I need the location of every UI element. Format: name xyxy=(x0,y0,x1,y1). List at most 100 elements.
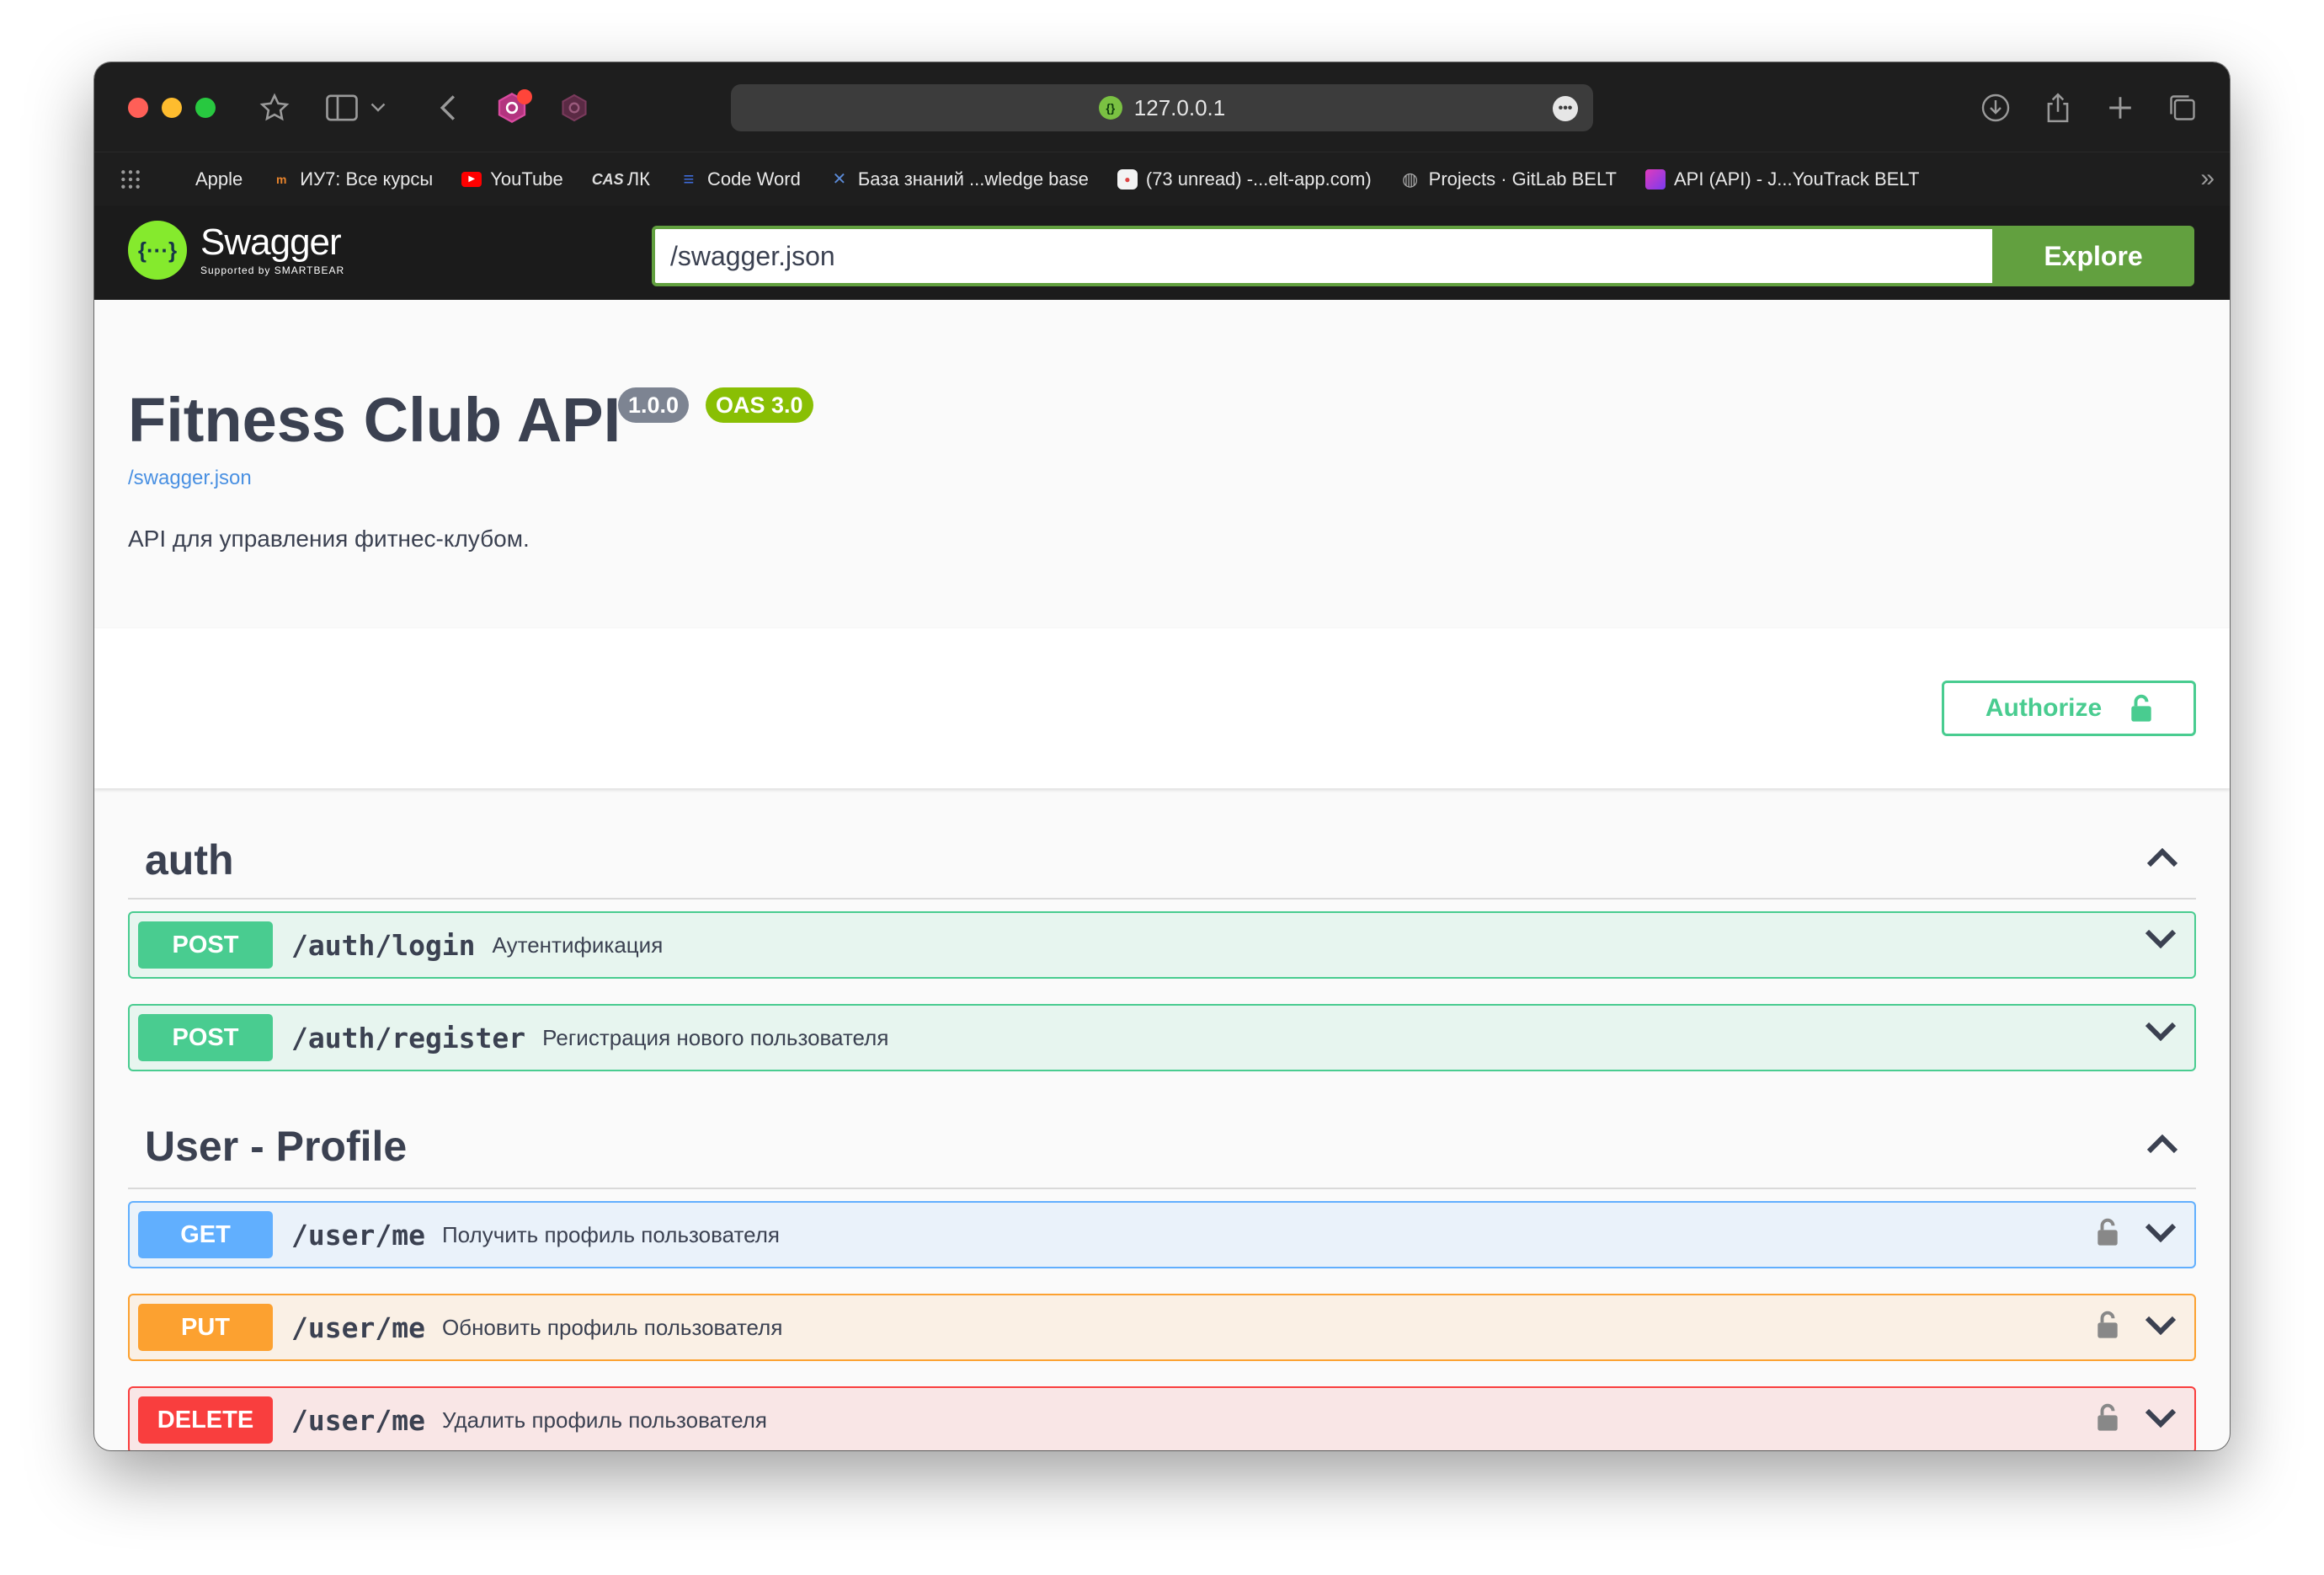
method-badge: GET xyxy=(138,1211,273,1258)
method-badge: PUT xyxy=(138,1304,273,1351)
code-word-icon: ≡ xyxy=(683,168,695,190)
api-description: API для управления фитнес-клубом. xyxy=(128,526,530,552)
chevron-down-icon[interactable] xyxy=(2144,928,2177,948)
spec-url-value: /swagger.json xyxy=(670,240,835,271)
sidebar-icon[interactable] xyxy=(322,88,362,128)
extension-shield-icon[interactable] xyxy=(492,88,532,128)
lock-icon[interactable] xyxy=(2097,1403,2119,1432)
apple-icon xyxy=(167,169,187,190)
oas-badge: OAS 3.0 xyxy=(706,387,813,423)
operations-list: auth POST /auth/login Аутентификация POS… xyxy=(94,788,2230,1450)
authorize-button[interactable]: Authorize xyxy=(1942,681,2196,736)
tag-header-auth[interactable]: auth xyxy=(128,788,2196,900)
version-badge: 1.0.0 xyxy=(618,387,690,423)
chat-app-icon: ● xyxy=(1117,168,1138,190)
operation-summary: Аутентификация xyxy=(492,932,664,958)
youtrack-icon xyxy=(1645,168,1666,190)
bookmark-label: (73 unread) -...elt-app.com) xyxy=(1145,168,1372,190)
operation-path: /auth/register xyxy=(291,1021,526,1054)
close-window-button[interactable] xyxy=(128,98,148,118)
cas-icon: CAS xyxy=(591,170,624,188)
swagger-logo[interactable]: {···} Swagger Supported by SMARTBEAR xyxy=(128,221,344,280)
site-favicon-icon: {} xyxy=(1098,96,1122,120)
share-icon[interactable] xyxy=(2038,88,2078,128)
chevron-down-icon[interactable] xyxy=(2144,1021,2177,1041)
bookmark-knowledge-base[interactable]: ✕ База знаний ...wledge base xyxy=(829,168,1089,190)
bookmark-lk[interactable]: CAS ЛК xyxy=(592,168,650,190)
extension-secondary-icon[interactable] xyxy=(554,88,594,128)
operation-summary: Обновить профиль пользователя xyxy=(441,1314,783,1340)
iu7-icon: m xyxy=(276,172,287,186)
scheme-container: Authorize xyxy=(94,628,2230,788)
bookmark-gitlab[interactable]: ◍ Projects · GitLab BELT xyxy=(1400,168,1617,190)
bookmark-label: Code Word xyxy=(706,168,801,190)
new-tab-icon[interactable] xyxy=(2100,88,2140,128)
swagger-logo-icon: {···} xyxy=(128,221,187,280)
youtube-icon: ▶ xyxy=(461,171,482,187)
bookmark-label: Projects · GitLab BELT xyxy=(1428,168,1617,190)
chevron-down-icon[interactable] xyxy=(2144,1315,2177,1335)
operation-delete-user-me[interactable]: DELETE /user/me Удалить профиль пользова… xyxy=(128,1386,2196,1450)
zoom-window-button[interactable] xyxy=(195,98,216,118)
browser-window: {} 127.0.0.1 ••• Apple m ИУ7: Все курсы ▶… xyxy=(94,62,2230,1450)
bookmarks-overflow-icon[interactable]: » xyxy=(2200,164,2215,193)
window-controls xyxy=(128,98,216,118)
operation-path: /user/me xyxy=(291,1311,425,1344)
bookmark-label: База знаний ...wledge base xyxy=(857,168,1089,190)
method-badge: POST xyxy=(138,921,273,969)
bookmark-unread[interactable]: ● (73 unread) -...elt-app.com) xyxy=(1117,168,1372,190)
bookmark-apple[interactable]: Apple xyxy=(167,168,243,190)
star-icon[interactable] xyxy=(254,88,295,128)
operation-path: /user/me xyxy=(291,1218,425,1252)
operation-post-auth-register[interactable]: POST /auth/register Регистрация нового п… xyxy=(128,1004,2196,1071)
globe-icon: ◍ xyxy=(1402,168,1419,190)
bookmark-youtrack[interactable]: API (API) - J...YouTrack BELT xyxy=(1645,168,1919,190)
bookmarks-bar: Apple m ИУ7: Все курсы ▶ YouTube CAS ЛК ≡ Co… xyxy=(94,152,2230,206)
tag-title: User - Profile xyxy=(145,1123,408,1170)
chevron-down-icon[interactable] xyxy=(2144,1407,2177,1428)
bookmark-label: YouTube xyxy=(490,168,563,190)
download-icon[interactable] xyxy=(1975,88,2016,128)
bookmark-label: API (API) - J...YouTrack BELT xyxy=(1674,168,1920,190)
swagger-logo-subtitle: Supported by SMARTBEAR xyxy=(200,264,345,276)
spec-link[interactable]: /swagger.json xyxy=(128,467,252,490)
tag-title: auth xyxy=(145,836,234,884)
back-icon[interactable] xyxy=(428,88,468,128)
swagger-topbar: {···} Swagger Supported by SMARTBEAR /sw… xyxy=(94,206,2230,300)
operation-get-user-me[interactable]: GET /user/me Получить профиль пользовате… xyxy=(128,1201,2196,1268)
bookmark-code-word[interactable]: ≡ Code Word xyxy=(679,168,801,190)
operation-path: /user/me xyxy=(291,1403,425,1437)
chevron-up-icon[interactable] xyxy=(2145,847,2179,873)
operation-post-auth-login[interactable]: POST /auth/login Аутентификация xyxy=(128,911,2196,979)
bookmark-iu7[interactable]: m ИУ7: Все курсы xyxy=(271,168,433,190)
method-badge: POST xyxy=(138,1014,273,1061)
lock-icon[interactable] xyxy=(2097,1311,2119,1339)
apps-grid-icon[interactable] xyxy=(120,168,141,190)
confluence-icon: ✕ xyxy=(832,169,847,189)
tag-header-user-profile[interactable]: User - Profile xyxy=(128,1071,2196,1189)
api-title: Fitness Club API xyxy=(128,385,621,455)
bookmark-youtube[interactable]: ▶ YouTube xyxy=(461,168,563,190)
chevron-down-icon[interactable] xyxy=(2144,1222,2177,1242)
operation-path: /auth/login xyxy=(291,928,476,962)
operation-summary: Получить профиль пользователя xyxy=(441,1221,780,1247)
chevron-up-icon[interactable] xyxy=(2145,1134,2179,1159)
bookmark-label: ИУ7: Все курсы xyxy=(300,168,434,190)
lock-icon[interactable] xyxy=(2097,1218,2119,1247)
swagger-logo-text: Swagger xyxy=(200,222,342,263)
browser-toolbar: {} 127.0.0.1 ••• xyxy=(94,62,2230,152)
chevron-down-icon[interactable] xyxy=(365,88,391,128)
operation-summary: Регистрация нового пользователя xyxy=(542,1024,889,1050)
tabs-overview-icon[interactable] xyxy=(2162,88,2203,128)
spec-url-input[interactable]: /swagger.json xyxy=(652,226,2002,286)
authorize-label: Authorize xyxy=(1985,694,2103,722)
explore-button[interactable]: Explore xyxy=(1992,226,2194,286)
bookmark-label: ЛК xyxy=(626,168,650,190)
address-bar-url: 127.0.0.1 xyxy=(1133,94,1226,120)
address-bar[interactable]: {} 127.0.0.1 ••• xyxy=(731,84,1593,131)
minimize-window-button[interactable] xyxy=(162,98,182,118)
more-icon[interactable]: ••• xyxy=(1553,96,1578,121)
operation-put-user-me[interactable]: PUT /user/me Обновить профиль пользовате… xyxy=(128,1294,2196,1361)
method-badge: DELETE xyxy=(138,1396,273,1444)
api-info: Fitness Club API 1.0.0 OAS 3.0 /swagger.… xyxy=(94,300,2230,628)
